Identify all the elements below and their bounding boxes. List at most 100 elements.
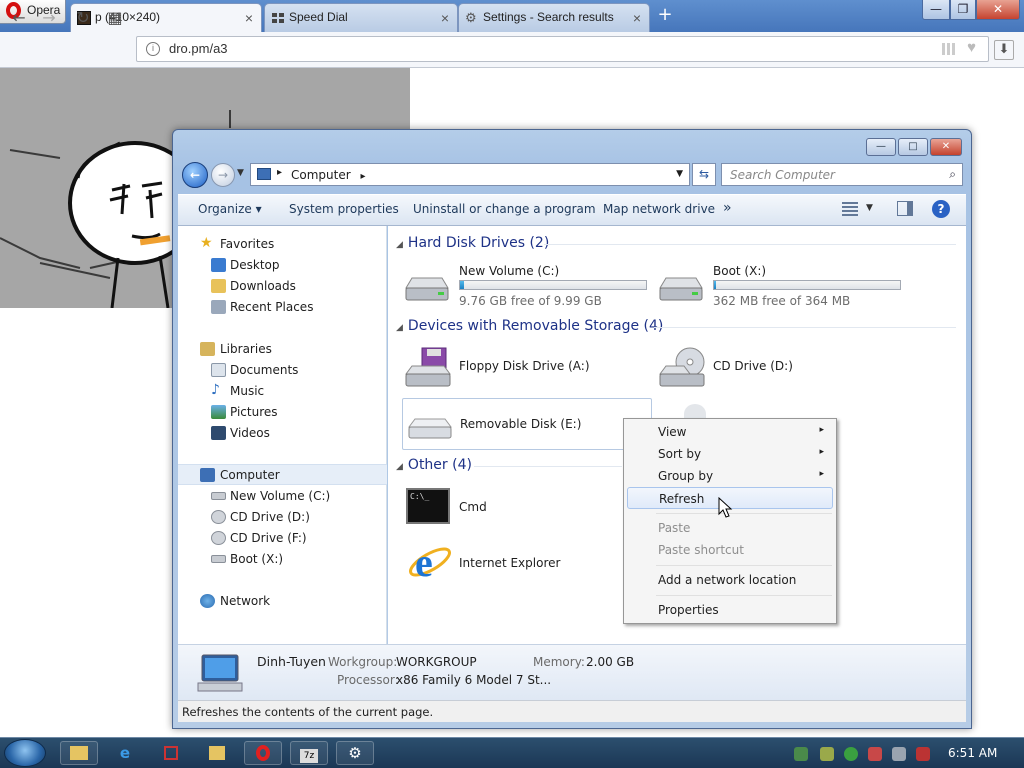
nav-downloads[interactable]: Downloads [178, 276, 387, 297]
nav-favorites[interactable]: ★ Favorites [178, 234, 387, 255]
menu-item-properties[interactable]: Properties [627, 599, 833, 621]
heart-icon[interactable]: ♥ [967, 39, 976, 56]
collapse-arrow-icon[interactable]: ◢ [396, 240, 403, 250]
floppy-drive-icon [405, 347, 451, 387]
drive-item-floppy[interactable]: Floppy Disk Drive (A:) [402, 344, 642, 390]
download-button[interactable]: ⬇ [994, 40, 1014, 60]
tab-image-page[interactable]: p (410×240) × [70, 3, 262, 33]
help-icon[interactable]: ? [932, 200, 950, 218]
menu-item-group-by[interactable]: Group by ▸ [627, 465, 833, 487]
nav-network[interactable]: Network [178, 591, 387, 612]
browser-minimize-button[interactable]: — [922, 0, 950, 20]
tray-network-icon[interactable] [794, 747, 808, 761]
tray-monitor-icon[interactable] [892, 747, 906, 761]
drive-item-removable-e[interactable]: Removable Disk (E:) [402, 398, 652, 450]
group-title: Other (4) [407, 457, 472, 473]
nav-videos[interactable]: Videos [178, 423, 387, 444]
nav-new-volume[interactable]: New Volume (C:) [178, 486, 387, 507]
breadcrumb[interactable]: ▸ Computer ▸ ▼ [250, 163, 690, 186]
breadcrumb-computer[interactable]: Computer [291, 168, 351, 182]
address-history-chevron-icon[interactable]: ▼ [676, 169, 683, 179]
nav-cd-drive-f[interactable]: CD Drive (F:) [178, 528, 387, 549]
nav-cd-drive-d[interactable]: CD Drive (D:) [178, 507, 387, 528]
nav-music[interactable]: ♪ Music [178, 381, 387, 402]
nav-libraries[interactable]: Libraries [178, 339, 387, 360]
tab-close-icon[interactable]: × [633, 10, 641, 26]
nav-documents[interactable]: Documents [178, 360, 387, 381]
menu-item-paste-shortcut[interactable]: Paste shortcut [627, 539, 833, 561]
group-other[interactable]: ◢ Other (4) [396, 457, 472, 473]
organize-button[interactable]: Organize ▾ [198, 202, 262, 216]
nav-recent-places[interactable]: Recent Places [178, 297, 387, 318]
reload-button[interactable]: ↻ [72, 8, 94, 27]
tab-close-icon[interactable]: × [245, 10, 253, 26]
drive-item-c[interactable]: New Volume (C:) 9.76 GB free of 9.99 GB [402, 264, 652, 308]
nav-boot[interactable]: Boot (X:) [178, 549, 387, 570]
item-internet-explorer[interactable]: e Internet Explorer [402, 538, 602, 586]
drive-item-x[interactable]: Boot (X:) 362 MB free of 364 MB [656, 264, 906, 308]
tab-close-icon[interactable]: × [441, 10, 449, 26]
hard-drive-icon [405, 277, 449, 301]
taskbar-folder[interactable] [198, 741, 236, 765]
nav-desktop[interactable]: Desktop [178, 255, 387, 276]
browser-restore-button[interactable]: ❐ [950, 0, 976, 20]
tab-speed-dial[interactable]: Speed Dial × [264, 3, 458, 32]
refresh-icon[interactable]: ⇆ [692, 163, 716, 186]
group-removable-storage[interactable]: ◢ Devices with Removable Storage (4) [396, 318, 663, 334]
taskbar-settings[interactable]: ⚙ [336, 741, 374, 765]
menu-item-paste[interactable]: Paste [627, 517, 833, 539]
search-input[interactable]: Search Computer ⌕ [721, 163, 963, 186]
nav-label: Documents [230, 363, 299, 377]
taskbar-app[interactable] [152, 741, 190, 765]
start-button[interactable] [4, 739, 46, 767]
minimize-button[interactable]: — [866, 138, 896, 156]
bookmark-grid-icon[interactable] [942, 43, 956, 55]
drive-item-cd-d[interactable]: CD Drive (D:) [656, 344, 896, 390]
view-options-chevron-icon[interactable]: ▼ [866, 203, 873, 213]
address-bar[interactable]: i dro.pm/a3 ♥ [136, 36, 989, 62]
more-commands-button[interactable]: » [723, 200, 732, 216]
nav-label: Libraries [220, 342, 272, 356]
site-info-icon[interactable]: i [146, 42, 160, 56]
speed-dial-button[interactable]: ▦ [104, 8, 126, 27]
tab-settings[interactable]: ⚙ Settings - Search results × [458, 3, 650, 32]
forward-arrow-icon[interactable]: → [211, 163, 235, 187]
new-tab-button[interactable]: + [654, 5, 676, 27]
tray-security-icon[interactable] [868, 747, 882, 761]
nav-computer[interactable]: Computer [178, 464, 387, 485]
item-cmd[interactable]: C:\_ Cmd [402, 486, 602, 526]
breadcrumb-separator[interactable]: ▸ [360, 171, 365, 182]
group-hard-disk-drives[interactable]: ◢ Hard Disk Drives (2) [396, 235, 549, 251]
menu-item-sort-by[interactable]: Sort by ▸ [627, 443, 833, 465]
forward-button[interactable]: → [38, 8, 60, 27]
menu-item-view[interactable]: View ▸ [627, 421, 833, 443]
system-properties-button[interactable]: System properties [289, 202, 399, 216]
maximize-button[interactable]: □ [898, 138, 928, 156]
uninstall-program-button[interactable]: Uninstall or change a program [413, 202, 596, 216]
back-arrow-icon[interactable]: ← [182, 162, 208, 188]
breadcrumb-separator[interactable]: ▸ [277, 167, 282, 178]
network-icon [200, 594, 215, 608]
cd-drive-icon [659, 347, 705, 387]
change-view-icon[interactable] [842, 202, 858, 216]
browser-close-button[interactable]: ✕ [976, 0, 1020, 20]
collapse-arrow-icon[interactable]: ◢ [396, 462, 403, 472]
recent-pages-chevron-icon[interactable]: ▼ [237, 168, 244, 178]
menu-item-add-network-location[interactable]: Add a network location [627, 569, 833, 591]
back-button[interactable]: ← [8, 8, 30, 27]
taskbar-internet-explorer[interactable]: e [106, 741, 144, 765]
close-button[interactable]: ✕ [930, 138, 962, 156]
search-icon[interactable]: ⌕ [949, 167, 956, 182]
clock[interactable]: 6:51 AM [948, 746, 997, 760]
tray-volume-muted-icon[interactable] [916, 747, 930, 761]
tray-play-icon[interactable] [844, 747, 858, 761]
tray-app-icon[interactable] [820, 747, 834, 761]
nav-pictures[interactable]: Pictures [178, 402, 387, 423]
preview-pane-icon[interactable] [897, 201, 913, 216]
collapse-arrow-icon[interactable]: ◢ [396, 323, 403, 333]
taskbar-opera[interactable] [244, 741, 282, 765]
taskbar-7zip[interactable]: 7z [290, 741, 328, 765]
taskbar-explorer[interactable] [60, 741, 98, 765]
nav-label: Boot (X:) [230, 552, 284, 566]
map-network-drive-button[interactable]: Map network drive [603, 202, 715, 216]
